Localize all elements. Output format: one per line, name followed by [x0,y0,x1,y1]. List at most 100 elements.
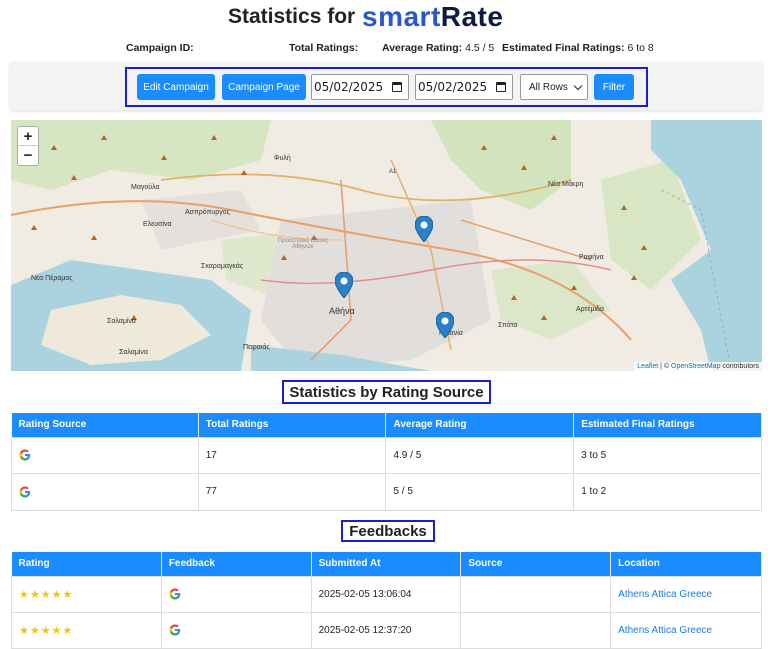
controls-group: Edit Campaign Campaign Page 05/02/2025 0… [125,67,648,107]
map-marker-icon[interactable] [335,272,353,298]
total-ratings: Total Ratings: [289,42,358,54]
table-row: 77 5 / 5 1 to 2 [11,472,762,511]
zoom-control: + − [17,126,39,166]
campaign-page-button[interactable]: Campaign Page [222,74,306,100]
logo-smart-text: smart [362,1,441,32]
feedback-cell [160,611,312,649]
rows-select[interactable]: All Rows [520,74,588,100]
source-cell [460,611,612,649]
average-rating-label: Average Rating: [382,42,463,54]
zoom-out-button[interactable]: − [18,146,38,165]
map-label-athina: Αθήνα [329,306,355,316]
map-label-nea-peramos: Νέα Πέραμος [31,275,73,282]
attribution-separator: | © [658,363,672,370]
logo-rate-text: Rate [440,1,504,32]
submitted-at-cell: 2025-02-05 12:37:20 [310,611,462,649]
sources-table: Rating Source Total Ratings Average Rati… [11,413,762,511]
campaign-id: Campaign ID: [126,42,194,54]
map-label-rafina: Ραφήνα [579,254,604,261]
total-ratings-label: Total Ratings: [289,42,359,54]
smartrate-logo: smartRate [362,1,503,33]
average-rating-cell: 4.9 / 5 [385,436,575,474]
map-label-a1: A1 [389,169,397,175]
table-row: 17 4.9 / 5 3 to 5 [11,436,762,474]
total-ratings-cell: 17 [197,436,387,474]
attribution-contributors: contributors [720,363,759,370]
column-header: Rating Source [11,413,199,437]
estimated-ratings-cell: 1 to 2 [573,472,762,511]
map-marker-icon[interactable] [415,216,433,242]
map-tiles [11,120,762,371]
column-header: Average Rating [385,413,575,437]
estimated-final-ratings: Estimated Final Ratings: 6 to 8 [502,42,654,54]
google-icon [169,624,181,636]
estimated-ratings-cell: 3 to 5 [573,436,762,474]
map-label-skaramagkas: Σκαραμαγκάς [201,263,244,270]
average-rating: Average Rating: 4.5 / 5 [382,42,494,54]
zoom-in-button[interactable]: + [18,127,38,146]
map-label-fyli: Φυλή [274,155,291,162]
column-header: Source [460,552,612,576]
feedbacks-table: Rating Feedback Submitted At Source Loca… [11,552,762,649]
page-title: Statistics for [228,5,356,28]
column-header: Total Ratings [198,413,387,437]
estimated-final-label: Estimated Final Ratings: [502,42,625,54]
calendar-icon[interactable] [392,82,402,92]
average-rating-cell: 5 / 5 [385,472,575,511]
rows-select-value: All Rows [529,81,568,93]
location-link[interactable]: Athens Attica Greece [610,575,762,613]
column-header: Submitted At [311,552,462,576]
submitted-at-cell: 2025-02-05 13:06:04 [310,575,462,613]
feedbacks-section-title: Feedbacks [341,520,435,542]
map-label-forest: Προαστιακό Δάσος Αθηνών [277,238,329,250]
column-header: Location [610,552,762,576]
rating-source-cell [11,472,199,511]
sources-section-title: Statistics by Rating Source [282,380,491,404]
filter-button[interactable]: Filter [594,74,634,100]
estimated-final-value: 6 to 8 [627,42,654,54]
calendar-icon[interactable] [496,82,506,92]
map-label-salamina-town: Σαλαμίνα [119,349,148,356]
google-icon [19,486,31,497]
date-to-value: 05/02/2025 [418,80,488,94]
map-label-artemida: Αρτέμιδα [576,306,604,313]
map-label-aspropyrgos: Ασπρόπυργος [185,209,231,216]
controls-bar: Edit Campaign Campaign Page 05/02/2025 0… [10,62,762,110]
star-rating: ★★★★★ [11,611,162,649]
map-attribution: Leaflet | © OpenStreetMap contributors [634,362,762,371]
map-label-spata: Σπάτα [498,322,518,329]
map-label-salamina: Σαλαμίνα [107,318,136,325]
table-row: ★★★★★ 2025-02-05 13:06:04 Athens Attica … [11,575,762,613]
google-icon [169,588,181,600]
location-link[interactable]: Athens Attica Greece [610,611,762,649]
feedbacks-table-header: Rating Feedback Submitted At Source Loca… [11,552,762,576]
map[interactable]: Φυλή Μαγούλα Ασπρόπυργος Ελευσίνα Σκαραμ… [11,120,762,371]
average-rating-value: 4.5 / 5 [465,42,495,54]
edit-campaign-button[interactable]: Edit Campaign [137,74,215,100]
table-row: ★★★★★ 2025-02-05 12:37:20 Athens Attica … [11,611,762,649]
date-from-input[interactable]: 05/02/2025 [311,74,409,100]
leaflet-link[interactable]: Leaflet [637,363,658,370]
column-header: Feedback [161,552,312,576]
source-cell [460,575,612,613]
star-rating: ★★★★★ [11,575,162,613]
column-header: Rating [11,552,162,576]
map-label-elefsina: Ελευσίνα [143,221,172,228]
chevron-down-icon [573,81,583,90]
date-from-value: 05/02/2025 [314,80,384,94]
map-label-magoula: Μαγούλα [131,184,160,191]
map-label-peiraias: Πειραιάς [243,344,270,351]
map-label-nea-makri: Νέα Μάκρη [548,181,584,188]
campaign-summary: Campaign ID: Total Ratings: Average Rati… [0,42,768,56]
campaign-id-label: Campaign ID: [126,42,194,54]
total-ratings-cell: 77 [197,472,387,511]
feedback-cell [160,575,312,613]
date-to-input[interactable]: 05/02/2025 [415,74,513,100]
page-header: Statistics for smartRate [0,0,768,36]
osm-link[interactable]: OpenStreetMap [671,363,720,370]
sources-table-header: Rating Source Total Ratings Average Rati… [11,413,762,437]
google-icon [19,449,31,461]
map-marker-icon[interactable] [436,312,454,338]
column-header: Estimated Final Ratings [573,413,762,437]
rating-source-cell [11,436,199,474]
